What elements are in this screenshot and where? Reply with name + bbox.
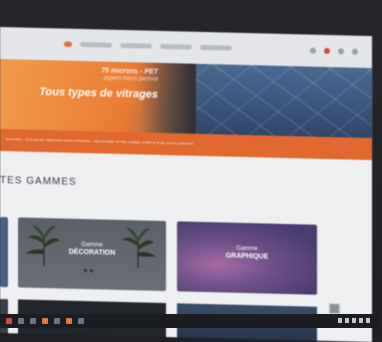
card-label-graphique: Gamme GRAPHIQUE bbox=[177, 243, 317, 262]
monitor-screen: 75 microns - PET aspect micro perforé To… bbox=[0, 27, 372, 342]
tray-icon[interactable] bbox=[338, 318, 342, 323]
taskbar-app-icons bbox=[6, 318, 84, 324]
browser-tab[interactable] bbox=[200, 44, 232, 51]
browser-tab[interactable] bbox=[160, 43, 192, 50]
promo-text: NOUVEAU - FILM MICRO PERFORE POUR VITRAG… bbox=[6, 137, 194, 146]
extension-icon[interactable] bbox=[324, 47, 330, 55]
browser-tab[interactable] bbox=[80, 41, 112, 48]
tray-icon[interactable] bbox=[359, 318, 363, 323]
tray-icon[interactable] bbox=[345, 318, 349, 323]
browser-tab[interactable] bbox=[120, 42, 152, 49]
browser-toolbar-icons bbox=[310, 47, 358, 55]
section-title: TES GAMMES bbox=[0, 175, 77, 188]
tray-icon[interactable] bbox=[366, 318, 370, 323]
taskbar-app-icon[interactable] bbox=[78, 318, 84, 324]
browser-tab-favicon[interactable] bbox=[64, 41, 72, 47]
card-dots bbox=[84, 269, 93, 273]
extension-icon[interactable] bbox=[338, 48, 344, 55]
browser-taskbar-icon[interactable] bbox=[66, 318, 72, 324]
hero-banner[interactable]: 75 microns - PET aspect micro perforé To… bbox=[0, 59, 372, 139]
range-card-partial[interactable] bbox=[0, 217, 8, 288]
browser-tab-strip[interactable] bbox=[64, 41, 232, 51]
start-icon[interactable] bbox=[6, 318, 12, 324]
taskbar-app-icon[interactable] bbox=[30, 318, 36, 324]
os-taskbar bbox=[0, 314, 380, 328]
profile-icon[interactable] bbox=[352, 48, 358, 55]
hero-text-block: 75 microns - PET aspect micro perforé To… bbox=[39, 66, 158, 101]
system-tray bbox=[338, 318, 370, 323]
scroll-to-top-button[interactable] bbox=[329, 303, 340, 315]
hero-title: Tous types de vitrages bbox=[39, 85, 158, 101]
taskbar-app-icon[interactable] bbox=[54, 318, 60, 324]
tray-icon[interactable] bbox=[352, 318, 356, 323]
range-card-graphique[interactable]: Gamme GRAPHIQUE bbox=[177, 221, 317, 295]
taskbar-app-icon[interactable] bbox=[42, 318, 48, 324]
extension-icon[interactable] bbox=[310, 47, 316, 54]
hero-glass-image bbox=[196, 63, 372, 139]
taskbar-app-icon[interactable] bbox=[18, 318, 24, 324]
range-card-decoration[interactable]: Gamme DÉCORATION bbox=[18, 217, 166, 292]
